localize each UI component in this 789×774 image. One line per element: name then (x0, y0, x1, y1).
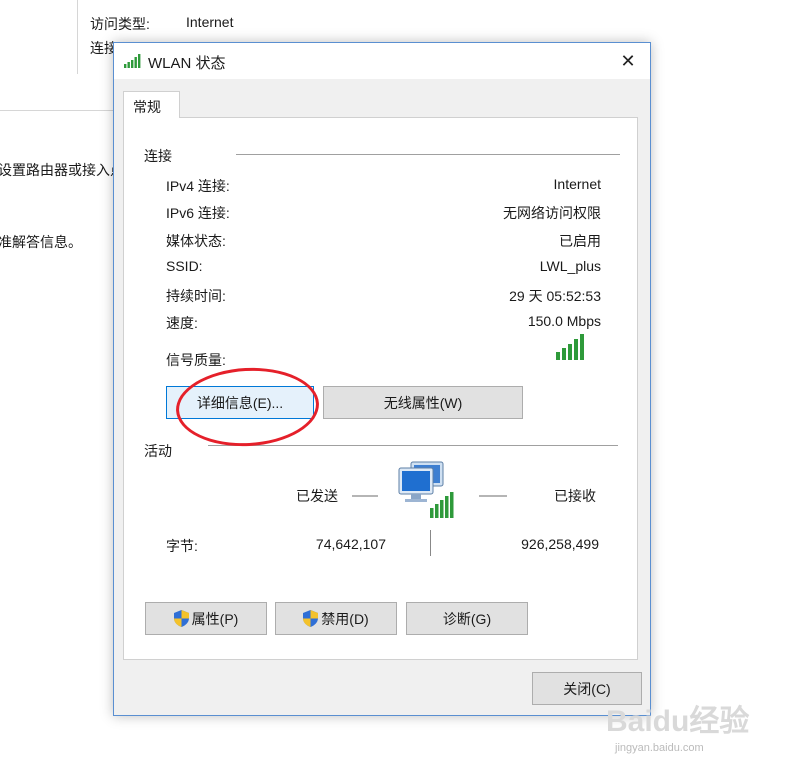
bytes-sent-value: 74,642,107 (315, 536, 386, 552)
wireless-properties-button[interactable]: 无线属性(W) (323, 386, 523, 419)
received-label: 已接收 (554, 488, 596, 504)
media-state-label: 媒体状态: (166, 233, 226, 249)
activity-group-label: 活动 (144, 443, 172, 459)
ipv6-label: IPv6 连接: (166, 205, 230, 221)
duration-value: 29 天 05:52:53 (509, 288, 601, 304)
background-text-router: 设置路由器或接入点 (0, 162, 124, 178)
speed-label: 速度: (166, 315, 198, 331)
duration-label: 持续时间: (166, 288, 226, 304)
properties-button-label: 属性(P) (191, 610, 239, 627)
tab-general[interactable]: 常规 (123, 91, 180, 118)
disable-button-label: 禁用(D) (321, 610, 369, 627)
connection-group-label: 连接 (144, 148, 172, 164)
ipv6-value: 无网络访问权限 (503, 205, 601, 221)
details-button[interactable]: 详细信息(E)... (166, 386, 314, 419)
watermark-brand: Baidu经验 (606, 704, 749, 738)
watermark-url: jingyan.baidu.com (615, 742, 704, 754)
background-separator (0, 110, 115, 111)
title-bar[interactable]: WLAN 状态 ✕ (114, 43, 650, 79)
ssid-value: LWL_plus (539, 258, 601, 274)
wlan-status-dialog: WLAN 状态 ✕ 常规 连接 IPv4 连接: Internet IPv6 连… (113, 42, 651, 716)
general-panel: 连接 IPv4 连接: Internet IPv6 连接: 无网络访问权限 媒体… (123, 117, 638, 660)
signal-strength-icon (556, 334, 584, 360)
sent-line (352, 495, 378, 497)
connection-group-line (236, 154, 620, 155)
close-icon[interactable]: ✕ (606, 43, 650, 79)
received-line (479, 495, 507, 497)
uac-shield-icon (303, 610, 319, 627)
ipv4-value: Internet (553, 176, 601, 192)
access-type-value: Internet (186, 14, 234, 30)
wifi-signal-icon (124, 54, 141, 68)
speed-value: 150.0 Mbps (527, 313, 601, 329)
uac-shield-icon (173, 610, 189, 627)
ipv4-label: IPv4 连接: (166, 178, 230, 194)
activity-group-line (208, 445, 618, 446)
network-computers-icon (398, 461, 454, 518)
background-divider (77, 0, 78, 74)
access-type-label: 访问类型: (90, 16, 150, 32)
sent-label: 已发送 (296, 488, 338, 504)
media-state-value: 已启用 (559, 233, 601, 249)
disable-button[interactable]: 禁用(D) (275, 602, 397, 635)
bytes-divider (430, 530, 431, 556)
bytes-received-value: 926,258,499 (521, 536, 599, 552)
dialog-title: WLAN 状态 (148, 55, 226, 72)
background-text-answer: 准解答信息。 (0, 234, 82, 250)
bytes-label: 字节: (166, 538, 198, 554)
signal-quality-label: 信号质量: (166, 352, 226, 368)
ssid-label: SSID: (166, 258, 203, 274)
properties-button[interactable]: 属性(P) (145, 602, 267, 635)
diagnose-button[interactable]: 诊断(G) (406, 602, 528, 635)
